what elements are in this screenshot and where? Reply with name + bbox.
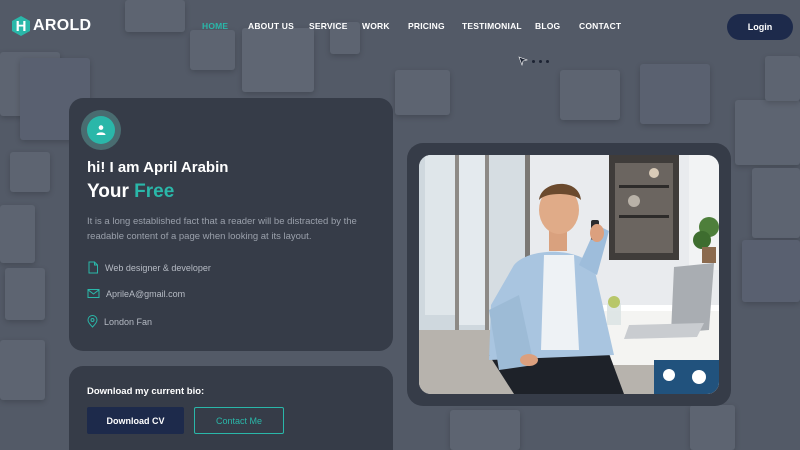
hero-headline: Your Free xyxy=(87,181,174,203)
background-tile xyxy=(450,410,520,450)
nav-item-testimonial[interactable]: TESTIMONIAL xyxy=(462,21,522,31)
background-tile xyxy=(735,100,800,165)
slider-dot[interactable] xyxy=(532,59,535,63)
background-tile xyxy=(0,340,45,400)
headline-accent: Free xyxy=(134,181,175,202)
nav-item-contact[interactable]: CONTACT xyxy=(579,21,621,31)
document-icon xyxy=(88,261,98,274)
mail-icon xyxy=(87,289,100,298)
nav-item-pricing[interactable]: PRICING xyxy=(408,21,445,31)
avatar xyxy=(81,110,121,150)
slider-dot[interactable] xyxy=(546,59,549,63)
nav-item-service[interactable]: SERVICE xyxy=(309,21,348,31)
nav-item-about-us[interactable]: ABOUT US xyxy=(248,21,294,31)
profile-card: hi! I am April Arabin Your Free It is a … xyxy=(69,98,393,351)
background-tile xyxy=(395,70,450,115)
background-tile xyxy=(5,268,45,320)
headline-prefix: Your xyxy=(87,181,129,202)
brand-name: AROLD xyxy=(33,17,92,34)
background-tile xyxy=(560,70,620,120)
profile-description: It is a long established fact that a rea… xyxy=(87,216,357,242)
background-tile xyxy=(765,56,800,101)
office-scene-image xyxy=(419,155,719,394)
email-text[interactable]: AprileA@gmail.com xyxy=(106,289,185,299)
photo-card xyxy=(407,143,731,406)
nav-item-blog[interactable]: BLOG xyxy=(535,21,560,31)
download-cv-button[interactable]: Download CV xyxy=(87,407,184,434)
slider-dot[interactable] xyxy=(539,59,542,63)
nav-item-work[interactable]: WORK xyxy=(362,21,390,31)
background-tile xyxy=(752,168,800,238)
cursor-icon xyxy=(518,56,528,66)
info-row-email: AprileA@gmail.com xyxy=(87,288,185,299)
background-tile xyxy=(690,405,735,450)
login-button[interactable]: Login xyxy=(727,14,793,40)
info-row-role: Web designer & developer xyxy=(87,261,211,274)
background-tile xyxy=(242,28,314,92)
profile-photo xyxy=(419,155,719,394)
hexagon-logo-icon: H xyxy=(10,15,32,37)
info-row-location: London Fan xyxy=(87,315,152,328)
role-text: Web designer & developer xyxy=(105,262,211,273)
location-pin-icon xyxy=(87,315,98,328)
slider-dots xyxy=(518,56,549,66)
background-tile xyxy=(742,240,800,302)
background-tile xyxy=(190,30,235,70)
brand-logo[interactable]: H AROLD xyxy=(10,15,91,37)
contact-me-button[interactable]: Contact Me xyxy=(194,407,284,434)
location-text: London Fan xyxy=(104,316,153,327)
bio-card: Download my current bio: Download CV Con… xyxy=(69,366,393,450)
bio-title: Download my current bio: xyxy=(87,386,205,397)
greeting-heading: hi! I am April Arabin xyxy=(87,159,229,176)
background-tile xyxy=(640,64,710,124)
background-tile xyxy=(10,152,50,192)
nav-item-home[interactable]: HOME xyxy=(202,21,228,31)
user-icon xyxy=(96,125,106,135)
background-tile xyxy=(125,0,185,32)
background-tile xyxy=(0,205,35,263)
